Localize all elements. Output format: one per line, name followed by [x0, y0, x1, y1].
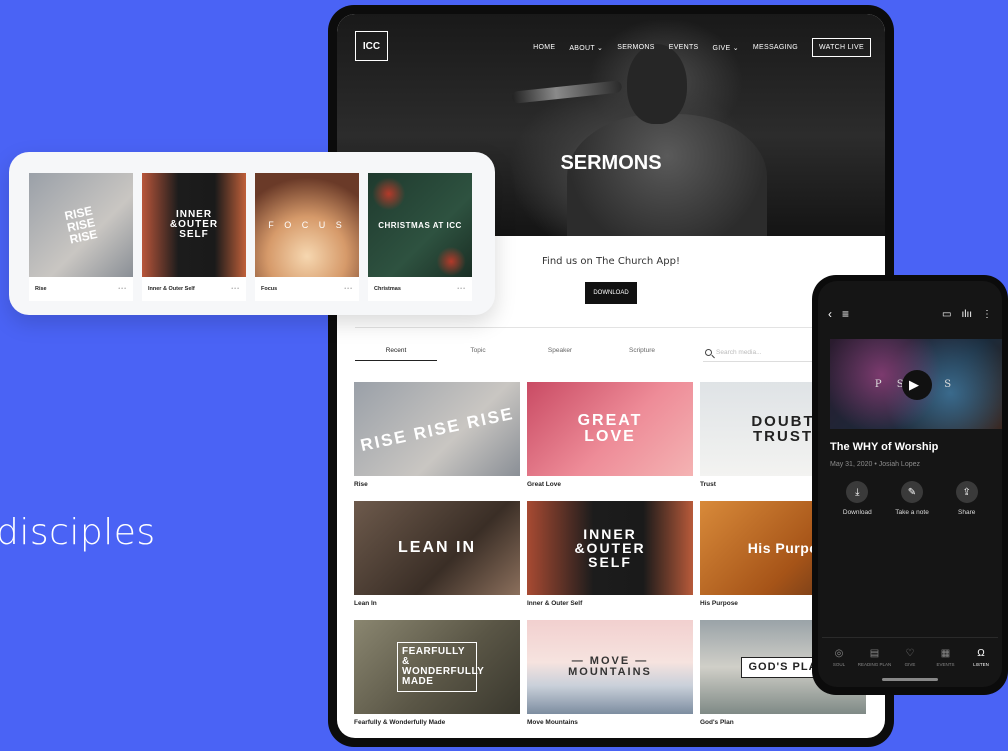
- tab-events[interactable]: ▦ EVENTS: [929, 648, 963, 667]
- tab-reading-plan[interactable]: ▤ READING PLAN: [858, 648, 892, 667]
- series-artwork: F O C U S: [255, 173, 359, 277]
- nav-sermons[interactable]: SERMONS: [617, 44, 655, 51]
- action-label: Download: [842, 509, 872, 516]
- bottom-tab-bar: ◎ SOUL ▤ READING PLAN ♡ GIVE ▦ EVENTS Ω LISTE…: [822, 637, 998, 667]
- series-card[interactable]: CHRISTMAS AT ICC Christmas •••: [368, 173, 472, 301]
- calendar-icon: ▦: [940, 648, 951, 659]
- series-artwork: RISE RISE RISE: [29, 173, 133, 277]
- main-nav: HOME ABOUT ⌄ SERMONS EVENTS GIVE ⌄ MESSA…: [533, 38, 871, 57]
- search-placeholder: Search media...: [716, 349, 762, 356]
- tab-listen[interactable]: Ω LISTEN: [964, 648, 998, 667]
- more-options-icon[interactable]: •••: [118, 286, 127, 292]
- series-artwork: INNER &OUTER SELF: [142, 173, 246, 277]
- sermon-artwork: GREAT LOVE: [527, 382, 693, 476]
- featured-series-card: RISE RISE RISE Rise ••• INNER &OUTER SELF…: [9, 152, 495, 315]
- more-options-icon[interactable]: •••: [231, 286, 240, 292]
- home-indicator: [882, 678, 938, 681]
- tab-label: EVENTS: [936, 662, 955, 667]
- sermon-title: Inner & Outer Self: [527, 600, 583, 607]
- globe-icon: ◎: [834, 648, 844, 659]
- sermon-card[interactable]: FEARFULLY & WONDERFULLY MADE Fearfully &…: [354, 620, 520, 738]
- tab-soul[interactable]: ◎ SOUL: [822, 648, 856, 667]
- more-options-icon[interactable]: •••: [344, 286, 353, 292]
- sermon-card[interactable]: LEAN IN Lean In: [354, 501, 520, 620]
- tab-scripture[interactable]: Scripture: [601, 347, 683, 361]
- headphones-icon: Ω: [977, 648, 985, 659]
- sermon-card[interactable]: INNER &OUTER SELF Inner & Outer Self: [527, 501, 693, 620]
- tab-topic[interactable]: Topic: [437, 347, 519, 361]
- series-artwork: CHRISTMAS AT ICC: [368, 173, 472, 277]
- nav-home[interactable]: HOME: [533, 44, 555, 51]
- tab-label: LISTEN: [973, 662, 989, 667]
- nav-events[interactable]: EVENTS: [669, 44, 699, 51]
- sermon-meta: May 31, 2020 • Josiah Lopez: [830, 461, 921, 468]
- download-action[interactable]: ⤓ Download: [830, 481, 885, 516]
- more-vertical-icon[interactable]: ⋮: [982, 309, 992, 320]
- sermon-title: Lean In: [354, 600, 377, 607]
- sermon-artwork: INNER &OUTER SELF: [527, 501, 693, 595]
- app-screen: ‹ ≡ ▭ ılıı ⋮ P S M S ▶ The WHY of Worshi…: [818, 281, 1002, 687]
- nav-give[interactable]: GIVE ⌄: [713, 44, 739, 52]
- sermon-card[interactable]: RISE RISE RISE Rise: [354, 382, 520, 501]
- sermon-artwork: FEARFULLY & WONDERFULLY MADE: [354, 620, 520, 714]
- download-button[interactable]: DOWNLOAD: [585, 282, 637, 304]
- nav-messaging[interactable]: MESSAGING: [753, 44, 798, 51]
- phone-device: ‹ ≡ ▭ ılıı ⋮ P S M S ▶ The WHY of Worshi…: [812, 275, 1008, 695]
- sermon-title: Move Mountains: [527, 719, 578, 726]
- download-icon: ⤓: [846, 481, 869, 503]
- book-icon: ▤: [869, 648, 880, 659]
- action-label: Share: [958, 509, 976, 516]
- series-title: Focus: [261, 286, 278, 292]
- search-icon: [705, 349, 712, 356]
- sermon-title: Great Love: [527, 481, 561, 488]
- action-row: ⤓ Download ✎ Take a note ⇪ Share: [830, 481, 994, 516]
- series-card[interactable]: INNER &OUTER SELF Inner & Outer Self •••: [142, 173, 246, 301]
- series-title: Rise: [35, 286, 47, 292]
- series-card[interactable]: F O C U S Focus •••: [255, 173, 359, 301]
- sermon-card[interactable]: GREAT LOVE Great Love: [527, 382, 693, 501]
- pencil-icon: ✎: [901, 481, 923, 503]
- series-card[interactable]: RISE RISE RISE Rise •••: [29, 173, 133, 301]
- audio-bars-icon[interactable]: ılıı: [961, 309, 972, 320]
- sermon-title: God's Plan: [700, 719, 734, 726]
- series-title: Christmas: [374, 286, 401, 292]
- tablet-device: ICC HOME ABOUT ⌄ SERMONS EVENTS GIVE ⌄ M…: [328, 5, 894, 747]
- filter-tabs: Recent Topic Speaker Scripture: [355, 347, 683, 361]
- sermon-title: The WHY of Worship: [830, 441, 939, 453]
- watch-live-button[interactable]: WATCH LIVE: [811, 38, 871, 57]
- nav-about[interactable]: ABOUT ⌄: [569, 44, 603, 52]
- sermon-grid: RISE RISE RISE Rise GREAT LOVE Great Lov…: [354, 382, 878, 738]
- page-title: SERMONS: [560, 152, 662, 174]
- menu-icon[interactable]: ≡: [842, 307, 849, 321]
- share-icon: ⇪: [955, 481, 978, 503]
- tab-label: SOUL: [832, 662, 846, 667]
- divider: [355, 327, 867, 328]
- tab-speaker[interactable]: Speaker: [519, 347, 601, 361]
- site-logo[interactable]: ICC: [355, 31, 388, 61]
- action-label: Take a note: [895, 509, 929, 516]
- series-title: Inner & Outer Self: [148, 286, 195, 292]
- cast-icon[interactable]: ▭: [942, 309, 951, 320]
- tab-give[interactable]: ♡ GIVE: [893, 648, 927, 667]
- back-icon[interactable]: ‹: [828, 307, 832, 321]
- website-screen: ICC HOME ABOUT ⌄ SERMONS EVENTS GIVE ⌄ M…: [337, 14, 885, 738]
- more-options-icon[interactable]: •••: [457, 286, 466, 292]
- tab-label: READING PLAN: [857, 662, 892, 667]
- tagline: disciples: [0, 512, 156, 553]
- sermon-title: Fearfully & Wonderfully Made: [354, 719, 446, 726]
- tab-label: GIVE: [904, 662, 916, 667]
- heart-icon: ♡: [905, 648, 915, 659]
- sermon-artwork: — MOVE — MOUNTAINS: [527, 620, 693, 714]
- take-note-action[interactable]: ✎ Take a note: [885, 481, 940, 516]
- share-action[interactable]: ⇪ Share: [939, 481, 994, 516]
- play-button[interactable]: ▶: [902, 370, 932, 400]
- tab-recent[interactable]: Recent: [355, 347, 437, 361]
- sermon-card[interactable]: — MOVE — MOUNTAINS Move Mountains: [527, 620, 693, 738]
- sermon-artwork: P S M S ▶: [830, 339, 1002, 429]
- sermon-artwork: LEAN IN: [354, 501, 520, 595]
- sermon-title: Rise: [354, 481, 368, 488]
- sermon-artwork: RISE RISE RISE: [354, 382, 520, 476]
